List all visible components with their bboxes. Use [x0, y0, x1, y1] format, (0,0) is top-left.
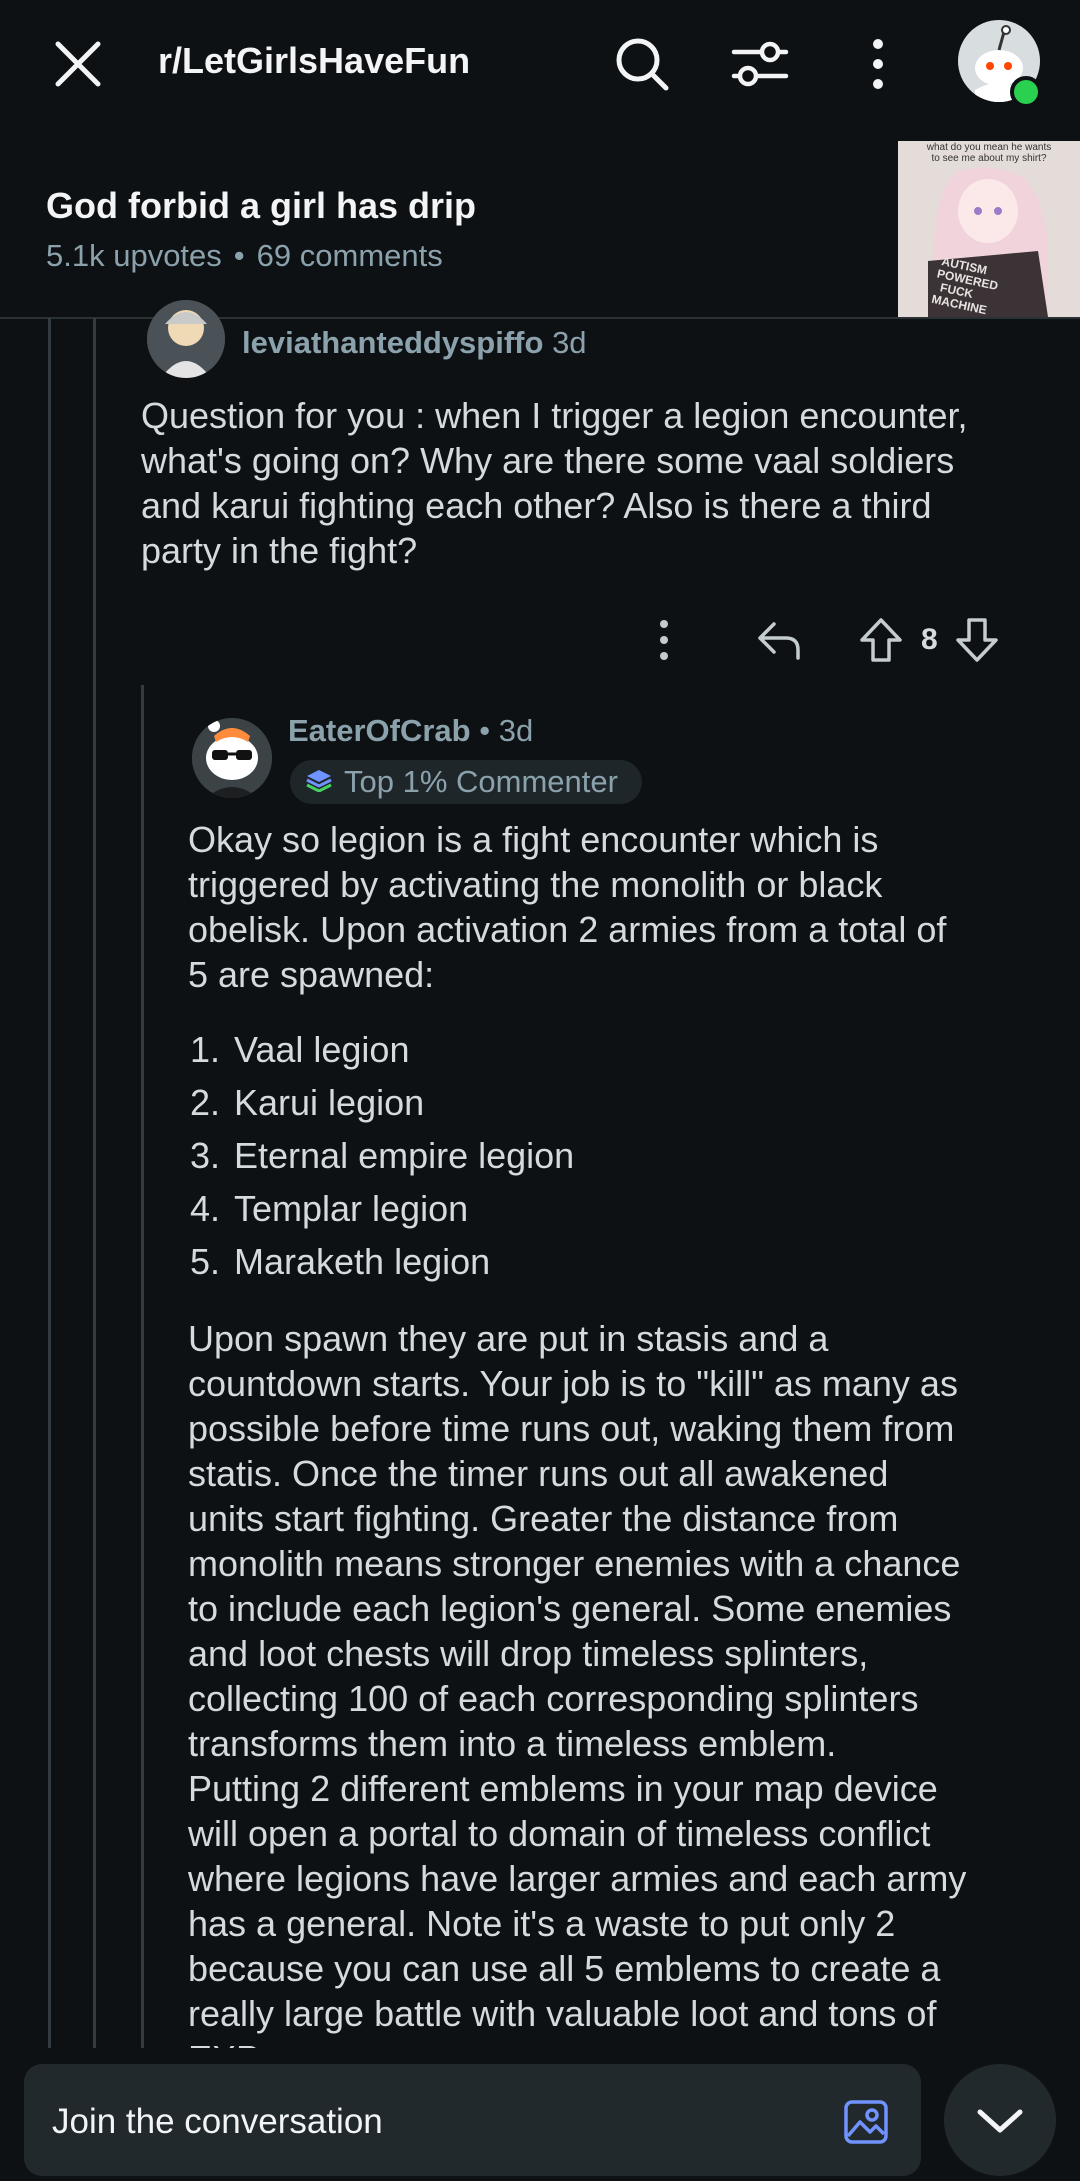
comment-author[interactable]: leviathanteddyspiffo 3d: [242, 325, 587, 361]
upvote-icon[interactable]: [858, 616, 904, 669]
comment-timestamp: • 3d: [479, 713, 534, 748]
comment-body-continued: Upon spawn they are put in stasis and a …: [188, 1318, 967, 2048]
close-icon[interactable]: [50, 36, 106, 92]
commenter-badge: Top 1% Commenter: [290, 760, 642, 804]
list-item: Maraketh legion: [230, 1235, 574, 1288]
reply-icon[interactable]: [756, 618, 802, 667]
legion-list: Vaal legion Karui legion Eternal empire …: [188, 1023, 574, 1288]
badge-icon: [304, 768, 334, 797]
top-app-bar: r/LetGirlsHaveFun: [0, 0, 1080, 125]
thread-line-level1: [93, 318, 96, 2048]
bottom-composer-bar: Join the conversation: [0, 2050, 1080, 2176]
comment-actions: 8: [640, 610, 1020, 670]
chevron-down-icon: [977, 2109, 1023, 2133]
downvote-icon[interactable]: [954, 616, 1000, 669]
post-title: God forbid a girl has drip: [46, 185, 477, 226]
more-vertical-icon[interactable]: [654, 618, 674, 667]
reply-input-placeholder: Join the conversation: [52, 2102, 383, 2141]
comment-body: Okay so legion is a fight encounter whic…: [188, 819, 947, 995]
reply-input[interactable]: Join the conversation: [24, 2064, 921, 2176]
thumbnail-caption: what do you mean he wants: [926, 142, 1052, 153]
image-icon[interactable]: [842, 2098, 890, 2146]
commenter-avatar[interactable]: [192, 718, 272, 798]
search-icon[interactable]: [612, 34, 672, 94]
post-header[interactable]: God forbid a girl has drip 5.1k upvotes •…: [0, 125, 1080, 319]
filter-icon[interactable]: [730, 34, 790, 94]
comment-body: Question for you : when I trigger a legi…: [141, 395, 968, 571]
commenter-avatar[interactable]: [147, 300, 225, 378]
list-item: Vaal legion: [230, 1023, 574, 1076]
comment-timestamp: 3d: [552, 325, 587, 360]
badge-label: Top 1% Commenter: [344, 764, 618, 799]
subreddit-name[interactable]: r/LetGirlsHaveFun: [158, 40, 470, 82]
list-item: Karui legion: [230, 1076, 574, 1129]
list-item: Templar legion: [230, 1182, 574, 1235]
online-status-indicator: [1010, 76, 1042, 108]
vote-count: 8: [921, 623, 938, 656]
comment-count: 69 comments: [256, 238, 443, 273]
collapse-button[interactable]: [944, 2064, 1056, 2176]
thread-line-level2: [141, 685, 144, 2048]
list-item: Eternal empire legion: [230, 1129, 574, 1182]
thread-line-root: [48, 318, 51, 2048]
svg-text:to see me about my shirt?: to see me about my shirt?: [931, 153, 1046, 164]
post-thumbnail[interactable]: what do you mean he wants to see me abou…: [898, 141, 1080, 317]
comment-author[interactable]: EaterOfCrab • 3d: [288, 713, 533, 749]
more-vertical-icon[interactable]: [852, 34, 912, 94]
upvote-count: 5.1k upvotes: [46, 238, 222, 273]
post-meta: 5.1k upvotes • 69 comments: [46, 238, 443, 273]
